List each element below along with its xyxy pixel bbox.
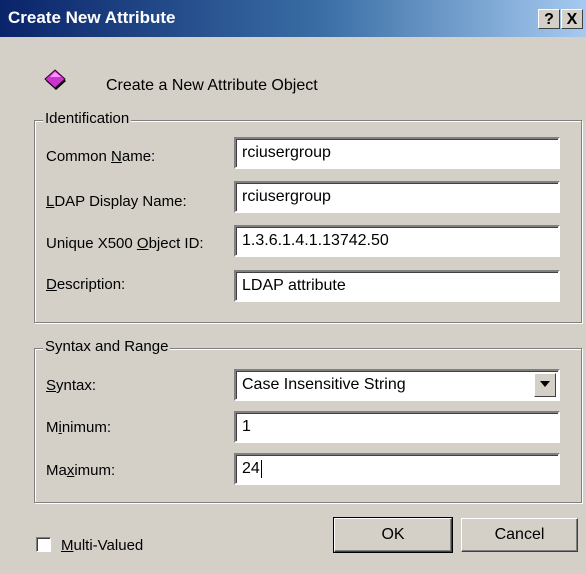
title-bar[interactable]: Create New Attribute ? X [0, 0, 586, 37]
attribute-object-icon [44, 69, 66, 90]
maximum-input[interactable]: 24 [234, 453, 560, 485]
common-name-label: Common Name: [46, 148, 156, 165]
minimum-input[interactable]: 1 [234, 411, 560, 443]
minimum-label: Minimum: [46, 419, 112, 436]
window-title: Create New Attribute [8, 8, 176, 27]
common-name-input[interactable]: rciusergroup [234, 137, 560, 169]
multi-valued-label[interactable]: Multi-Valued [61, 537, 143, 554]
maximum-label: Maximum: [46, 462, 116, 479]
text-cursor [260, 460, 262, 478]
x500-oid-input[interactable]: 1.3.6.1.4.1.13742.50 [234, 225, 560, 257]
close-button[interactable]: X [561, 9, 583, 29]
ldap-display-name-label: LDAP Display Name: [46, 193, 187, 210]
header-text: Create a New Attribute Object [106, 77, 318, 94]
description-input[interactable]: LDAP attribute [234, 270, 560, 302]
syntax-select[interactable]: Case Insensitive String [234, 369, 560, 401]
maximum-value: 24 [242, 460, 260, 478]
syntax-label: Syntax: [46, 377, 97, 394]
chevron-down-icon [540, 381, 550, 387]
syntax-range-legend: Syntax and Range [43, 338, 171, 355]
create-attribute-dialog: Create New Attribute ? X Create a New At… [0, 0, 586, 574]
help-button[interactable]: ? [538, 9, 560, 29]
cancel-button[interactable]: Cancel [461, 518, 578, 552]
syntax-selected-value: Case Insensitive String [242, 376, 406, 393]
identification-legend: Identification [43, 110, 132, 127]
ldap-display-name-input[interactable]: rciusergroup [234, 181, 560, 213]
x500-oid-label: Unique X500 Object ID: [46, 235, 204, 252]
multi-valued-checkbox[interactable] [36, 537, 51, 552]
description-label: Description: [46, 276, 126, 293]
ok-button[interactable]: OK [333, 517, 453, 553]
syntax-dropdown-button[interactable] [534, 373, 556, 397]
